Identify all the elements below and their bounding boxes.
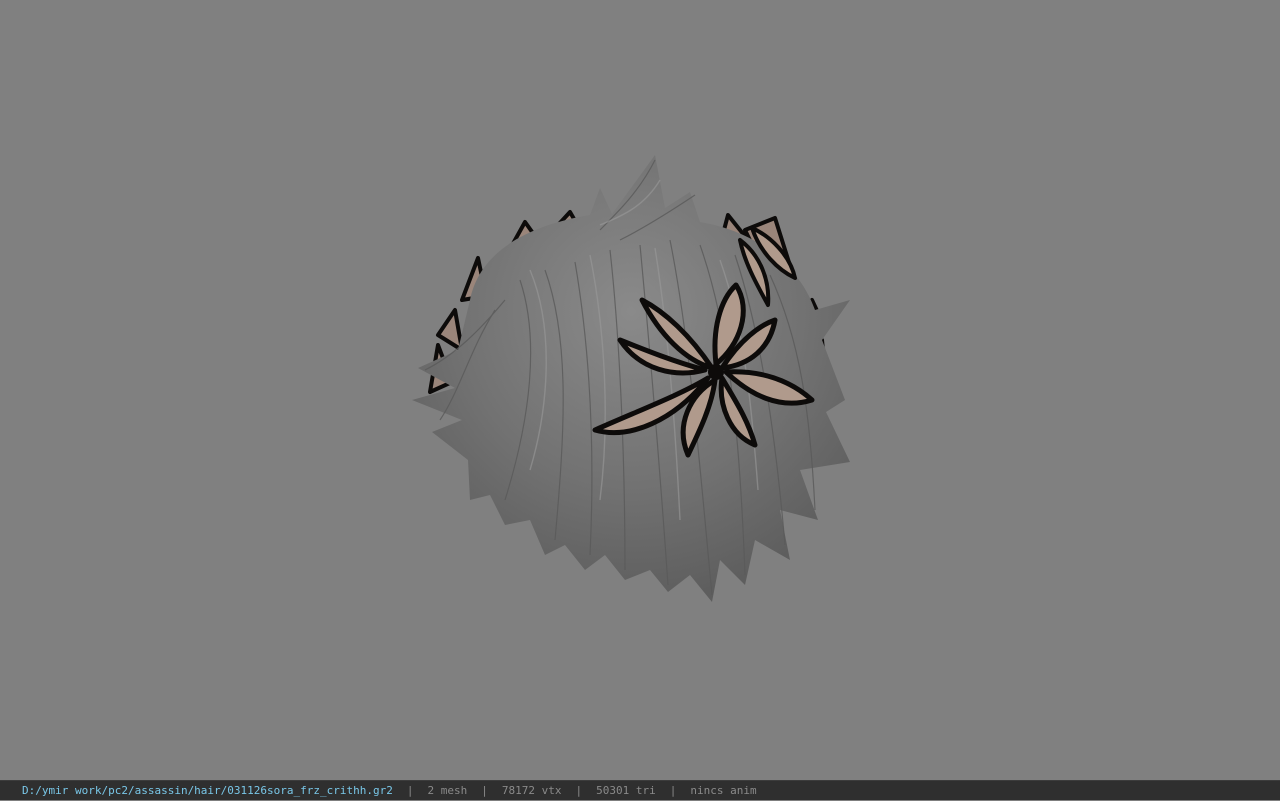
file-path: D:/ymir work/pc2/assassin/hair/031126sor… bbox=[22, 783, 393, 797]
triangle-count: 50301 tri bbox=[596, 783, 656, 797]
vertex-count: 78172 vtx bbox=[501, 783, 562, 797]
separator: | bbox=[575, 783, 583, 797]
hair-mesh bbox=[412, 155, 850, 602]
status-bar: D:/ymir work/pc2/assassin/hair/031126sor… bbox=[0, 780, 1280, 800]
separator: | bbox=[481, 783, 488, 797]
separator: | bbox=[669, 783, 677, 797]
anim-status: nincs anim bbox=[690, 783, 757, 797]
separator: | bbox=[406, 783, 414, 797]
3d-viewport[interactable] bbox=[0, 0, 1280, 780]
model-render bbox=[412, 155, 850, 602]
mesh-count: 2 mesh bbox=[427, 783, 468, 797]
